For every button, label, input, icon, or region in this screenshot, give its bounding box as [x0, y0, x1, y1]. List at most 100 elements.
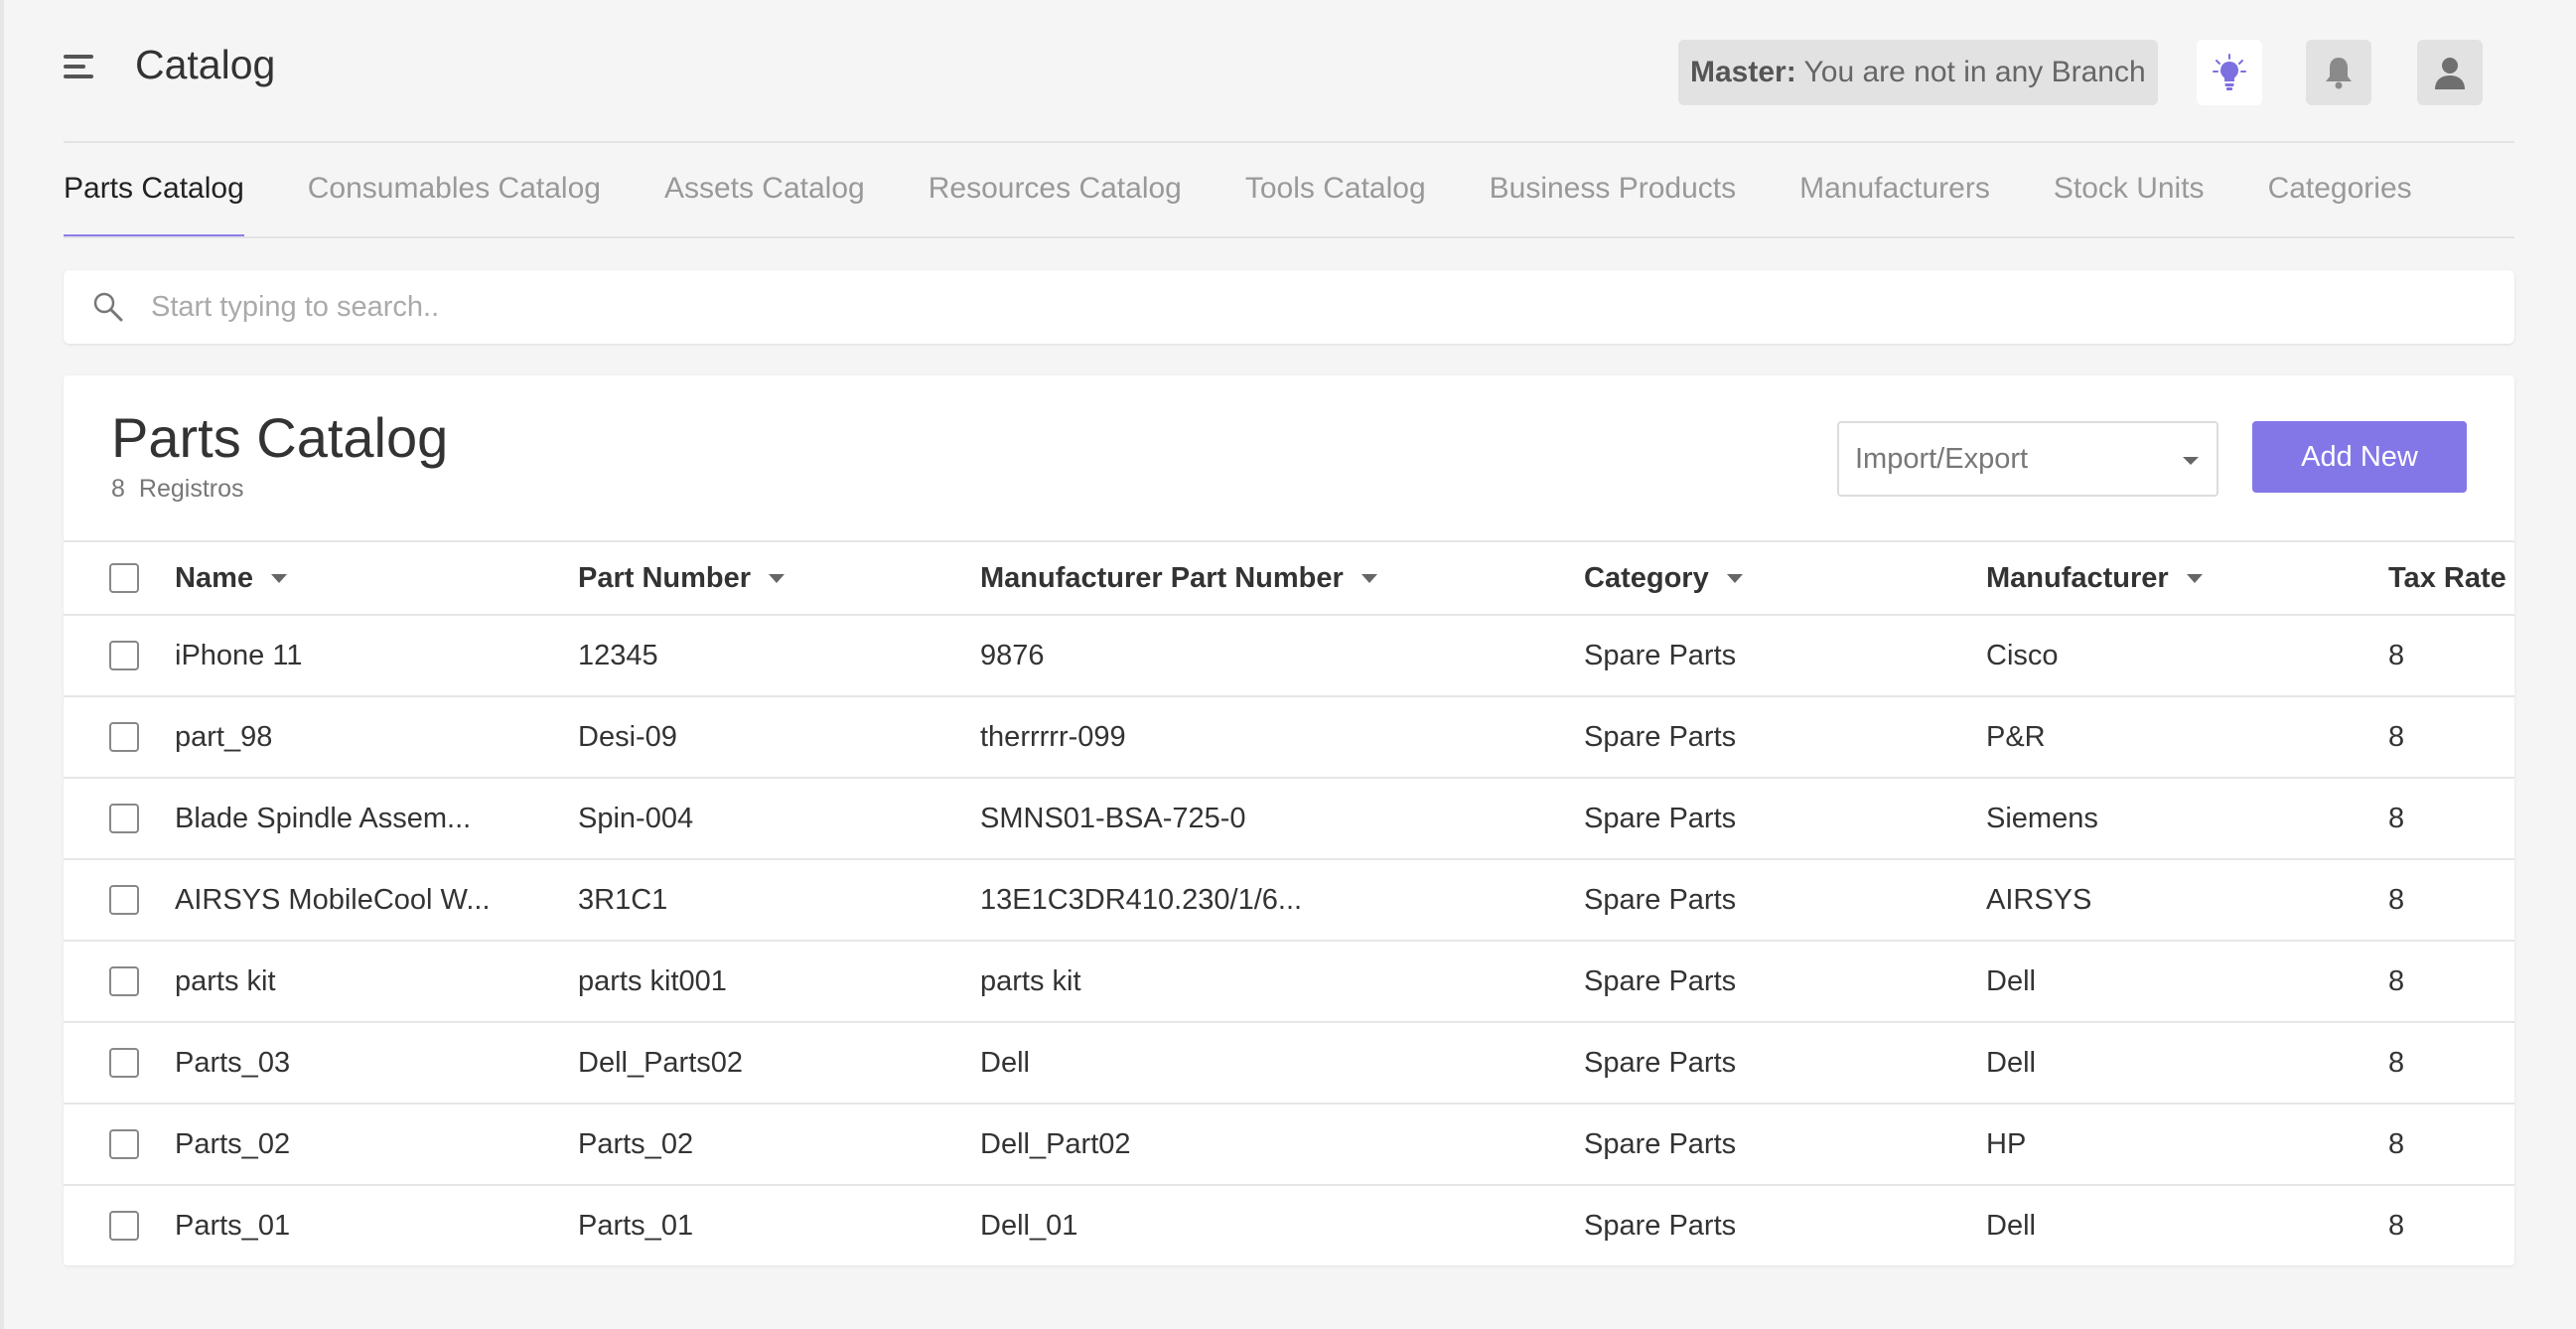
cell-name: parts kit [175, 964, 276, 997]
cell-manufacturer: Dell [1986, 1209, 2036, 1242]
cell-tax-rate: 8 [2388, 802, 2405, 834]
lightbulb-icon [2213, 54, 2246, 90]
cell-tax-rate: 8 [2388, 964, 2405, 997]
table-row[interactable]: AIRSYS MobileCool W... 3R1C1 13E1C3DR410… [64, 858, 2514, 940]
sort-icon [1360, 573, 1377, 583]
import-export-select[interactable]: Import/Export [1837, 421, 2218, 497]
cell-part-number: Parts_01 [578, 1209, 694, 1242]
user-icon [2435, 58, 2465, 89]
branch-text: You are not in any Branch [1803, 56, 2146, 88]
table-row[interactable]: iPhone 11 12345 9876 Spare Parts Cisco 8 [64, 614, 2514, 695]
cell-name: Parts_02 [175, 1127, 291, 1160]
table-row[interactable]: Parts_02 Parts_02 Dell_Part02 Spare Part… [64, 1103, 2514, 1184]
parts-catalog-card: Parts Catalog 8 Registros Import/Export A… [64, 375, 2514, 1265]
card-title: Parts Catalog [111, 406, 449, 469]
search-icon [93, 292, 123, 322]
tab-parts-catalog[interactable]: Parts Catalog [64, 143, 244, 238]
search-input[interactable] [151, 270, 2435, 344]
cell-part-number: 12345 [578, 639, 658, 671]
row-checkbox[interactable] [109, 641, 139, 670]
cell-manufacturer: P&R [1986, 720, 2046, 753]
cell-manufacturer: HP [1986, 1127, 2027, 1160]
cell-manufacturer: AIRSYS [1986, 883, 2092, 916]
cell-part-number: 3R1C1 [578, 883, 668, 916]
tab-assets-catalog[interactable]: Assets Catalog [664, 143, 865, 238]
tab-resources-catalog[interactable]: Resources Catalog [929, 143, 1182, 238]
table-row[interactable]: Blade Spindle Assem... Spin-004 SMNS01-B… [64, 777, 2514, 858]
table-row[interactable]: part_98 Desi-09 therrrrr-099 Spare Parts… [64, 695, 2514, 777]
cell-category: Spare Parts [1584, 1209, 1737, 1242]
cell-category: Spare Parts [1584, 964, 1737, 997]
column-header-part-number[interactable]: Part Number [578, 542, 786, 614]
cell-part-number: Desi-09 [578, 720, 677, 753]
cell-tax-rate: 8 [2388, 1127, 2405, 1160]
column-header-manufacturer[interactable]: Manufacturer [1986, 542, 2203, 614]
cell-name: Blade Spindle Assem... [175, 802, 472, 834]
cell-manufacturer-part-number: SMNS01-BSA-725-0 [980, 802, 1246, 834]
cell-category: Spare Parts [1584, 802, 1737, 834]
page-title: Catalog [135, 42, 276, 87]
table-row[interactable]: Parts_01 Parts_01 Dell_01 Spare Parts De… [64, 1184, 2514, 1265]
row-checkbox[interactable] [109, 722, 139, 752]
branch-label: Master: [1690, 56, 1796, 88]
cell-tax-rate: 8 [2388, 639, 2405, 671]
cell-category: Spare Parts [1584, 720, 1737, 753]
select-all-checkbox[interactable] [109, 563, 139, 593]
table-row[interactable]: Parts_03 Dell_Parts02 Dell Spare Parts D… [64, 1021, 2514, 1103]
search-bar [64, 270, 2514, 344]
row-checkbox[interactable] [109, 1048, 139, 1078]
tab-stock-units[interactable]: Stock Units [2054, 143, 2205, 238]
tab-tools-catalog[interactable]: Tools Catalog [1245, 143, 1426, 238]
parts-table: Name Part Number Manufacturer Part Numbe… [64, 540, 2514, 1265]
lightbulb-button[interactable] [2197, 40, 2262, 105]
record-count-number: 8 [111, 475, 125, 503]
cell-name: part_98 [175, 720, 273, 753]
notifications-button[interactable] [2306, 40, 2371, 105]
row-checkbox[interactable] [109, 1129, 139, 1159]
tab-manufacturers[interactable]: Manufacturers [1799, 143, 1990, 238]
cell-manufacturer: Dell [1986, 1046, 2036, 1079]
tab-categories[interactable]: Categories [2268, 143, 2412, 238]
cell-manufacturer-part-number: 9876 [980, 639, 1045, 671]
cell-part-number: Dell_Parts02 [578, 1046, 744, 1079]
row-checkbox[interactable] [109, 885, 139, 915]
cell-manufacturer-part-number: Dell_01 [980, 1209, 1078, 1242]
cell-manufacturer-part-number: therrrrr-099 [980, 720, 1126, 753]
column-header-manufacturer-part-number[interactable]: Manufacturer Part Number [980, 542, 1377, 614]
column-header-tax-rate[interactable]: Tax Rate ( [2388, 542, 2514, 614]
cell-tax-rate: 8 [2388, 1209, 2405, 1242]
tab-consumables-catalog[interactable]: Consumables Catalog [308, 143, 601, 238]
chevron-down-icon [2183, 457, 2199, 465]
sort-icon [1726, 573, 1743, 583]
cell-name: Parts_01 [175, 1209, 291, 1242]
left-edge [0, 0, 4, 1329]
add-new-button[interactable]: Add New [2252, 421, 2467, 493]
cell-tax-rate: 8 [2388, 883, 2405, 916]
row-checkbox[interactable] [109, 804, 139, 833]
cell-manufacturer-part-number: 13E1C3DR410.230/1/6... [980, 883, 1303, 916]
column-header-name[interactable]: Name [175, 542, 287, 614]
catalog-tabs: Parts Catalog Consumables Catalog Assets… [64, 143, 2514, 238]
row-checkbox[interactable] [109, 1211, 139, 1241]
column-header-category[interactable]: Category [1584, 542, 1743, 614]
tab-business-products[interactable]: Business Products [1490, 143, 1736, 238]
cell-manufacturer: Cisco [1986, 639, 2059, 671]
sort-icon [2186, 573, 2203, 583]
sort-icon [769, 573, 786, 583]
sort-icon [271, 573, 287, 583]
cell-tax-rate: 8 [2388, 720, 2405, 753]
menu-icon[interactable] [64, 50, 101, 83]
bell-icon [2326, 58, 2352, 89]
cell-category: Spare Parts [1584, 1127, 1737, 1160]
top-header: Catalog Master: You are not in any Branc… [64, 28, 2514, 143]
record-count: 8 Registros [111, 475, 244, 504]
table-row[interactable]: parts kit parts kit001 parts kit Spare P… [64, 940, 2514, 1021]
table-header: Name Part Number Manufacturer Part Numbe… [64, 540, 2514, 614]
cell-manufacturer: Dell [1986, 964, 2036, 997]
cell-category: Spare Parts [1584, 639, 1737, 671]
row-checkbox[interactable] [109, 966, 139, 996]
user-profile-button[interactable] [2417, 40, 2483, 105]
record-count-label: Registros [138, 475, 244, 503]
cell-name: AIRSYS MobileCool W... [175, 883, 491, 916]
cell-part-number: Parts_02 [578, 1127, 694, 1160]
